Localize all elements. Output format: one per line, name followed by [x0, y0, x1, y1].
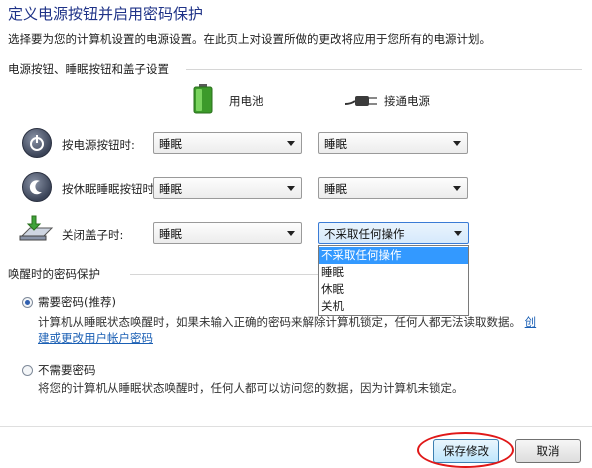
no-password-radio[interactable]: [22, 365, 33, 376]
page-description: 选择要为您的计算机设置的电源设置。在此页上对设置所做的更改将应用于您所有的电源计…: [8, 32, 491, 46]
power-section-divider: [186, 69, 582, 70]
column-header-battery: 用电池: [229, 94, 264, 108]
dropdown-option-sleep[interactable]: 睡眠: [319, 264, 468, 281]
chevron-down-icon: [453, 141, 461, 146]
laptop-lid-icon: [18, 214, 56, 244]
power-button-label: 按电源按钮时:: [62, 138, 135, 152]
power-button-icon: [22, 128, 52, 158]
dropdown-option-do-nothing[interactable]: 不采取任何操作: [319, 247, 468, 264]
sleep-button-icon: [22, 172, 52, 202]
select-value: 不采取任何操作: [324, 227, 405, 241]
sleep-button-battery-select[interactable]: 睡眠: [153, 177, 302, 199]
change-password-link[interactable]: 建或更改用户帐户密码: [38, 330, 153, 346]
select-value: 睡眠: [159, 227, 182, 241]
require-password-label[interactable]: 需要密码(推荐): [38, 294, 116, 310]
select-value: 睡眠: [324, 137, 347, 151]
password-section-title: 唤醒时的密码保护: [8, 267, 100, 281]
chevron-down-icon: [287, 186, 295, 191]
require-password-description: 计算机从睡眠状态唤醒时，如果未输入正确的密码来解除计算机锁定，任何人都无法读取数…: [38, 314, 583, 330]
select-value: 睡眠: [324, 182, 347, 196]
dropdown-option-hibernate[interactable]: 休眠: [319, 281, 468, 298]
power-button-plugged-select[interactable]: 睡眠: [318, 132, 468, 154]
highlight-annotation: [417, 432, 514, 468]
password-section-divider: [130, 274, 318, 275]
plug-icon: [344, 90, 381, 112]
power-section-title: 电源按钮、睡眠按钮和盖子设置: [8, 62, 169, 76]
footer-divider: [0, 426, 592, 427]
dropdown-option-shutdown[interactable]: 关机: [319, 298, 468, 315]
require-password-radio[interactable]: [22, 297, 33, 308]
close-lid-label: 关闭盖子时:: [62, 228, 124, 242]
close-lid-battery-select[interactable]: 睡眠: [153, 222, 302, 244]
change-password-link-start[interactable]: 创: [525, 315, 537, 329]
require-password-text: 计算机从睡眠状态唤醒时，如果未输入正确的密码来解除计算机锁定，任何人都无法读取数…: [38, 315, 521, 329]
chevron-down-icon: [287, 141, 295, 146]
close-lid-dropdown-list: 不采取任何操作 睡眠 休眠 关机: [318, 245, 469, 316]
battery-icon: [193, 84, 213, 114]
chevron-down-icon: [454, 231, 462, 236]
select-value: 睡眠: [159, 137, 182, 151]
sleep-button-label: 按休眠睡眠按钮时:: [62, 182, 158, 196]
select-value: 睡眠: [159, 182, 182, 196]
close-lid-plugged-select[interactable]: 不采取任何操作: [318, 222, 469, 244]
power-button-battery-select[interactable]: 睡眠: [153, 132, 302, 154]
cancel-button[interactable]: 取消: [515, 439, 581, 463]
sleep-button-plugged-select[interactable]: 睡眠: [318, 177, 468, 199]
chevron-down-icon: [453, 186, 461, 191]
page-title: 定义电源按钮并启用密码保护: [8, 5, 204, 23]
column-header-plugged-in: 接通电源: [384, 94, 430, 108]
chevron-down-icon: [287, 231, 295, 236]
no-password-label[interactable]: 不需要密码: [38, 362, 96, 378]
no-password-description: 将您的计算机从睡眠状态唤醒时，任何人都可以访问您的数据，因为计算机未锁定。: [38, 381, 464, 395]
